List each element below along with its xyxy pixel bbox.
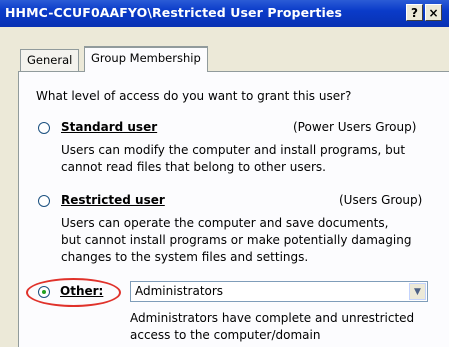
- dropdown-value: Administrators: [135, 284, 224, 298]
- close-button[interactable]: ×: [425, 4, 442, 21]
- title-bar[interactable]: HHMC-CCUF0AAFYO\Restricted User Properti…: [0, 0, 449, 27]
- standard-user-radio[interactable]: [38, 122, 50, 134]
- restricted-user-desc-line1: Users can operate the computer and save …: [61, 216, 389, 230]
- standard-user-group: (Power Users Group): [293, 120, 417, 134]
- window-title: HHMC-CCUF0AAFYO\Restricted User Properti…: [5, 5, 343, 20]
- tab-general[interactable]: General: [20, 49, 80, 71]
- other-desc-line1: Administrators have complete and unrestr…: [130, 311, 415, 325]
- other-label[interactable]: Other:: [60, 284, 103, 298]
- other-radio[interactable]: [38, 286, 50, 298]
- standard-user-label[interactable]: Standard user: [61, 120, 157, 134]
- restricted-user-radio[interactable]: [38, 195, 50, 207]
- restricted-user-group: (Users Group): [339, 193, 423, 207]
- chevron-down-icon[interactable]: ▼: [409, 283, 426, 300]
- tab-group-membership[interactable]: Group Membership: [84, 46, 208, 72]
- help-button[interactable]: ?: [406, 4, 423, 21]
- other-desc-line2: access to the computer/domain: [130, 328, 321, 342]
- standard-user-desc-line1: Users can modify the computer and instal…: [61, 143, 406, 157]
- standard-user-desc-line2: cannot read files that belong to other u…: [61, 160, 326, 174]
- access-question: What level of access do you want to gran…: [36, 89, 352, 103]
- restricted-user-desc-line2: but cannot install programs or make pote…: [61, 233, 412, 247]
- restricted-user-label[interactable]: Restricted user: [61, 193, 165, 207]
- other-group-dropdown[interactable]: Administrators ▼: [130, 281, 428, 302]
- radio-selected-dot: [42, 290, 46, 294]
- restricted-user-desc-line3: changes to the system files and settings…: [61, 250, 309, 264]
